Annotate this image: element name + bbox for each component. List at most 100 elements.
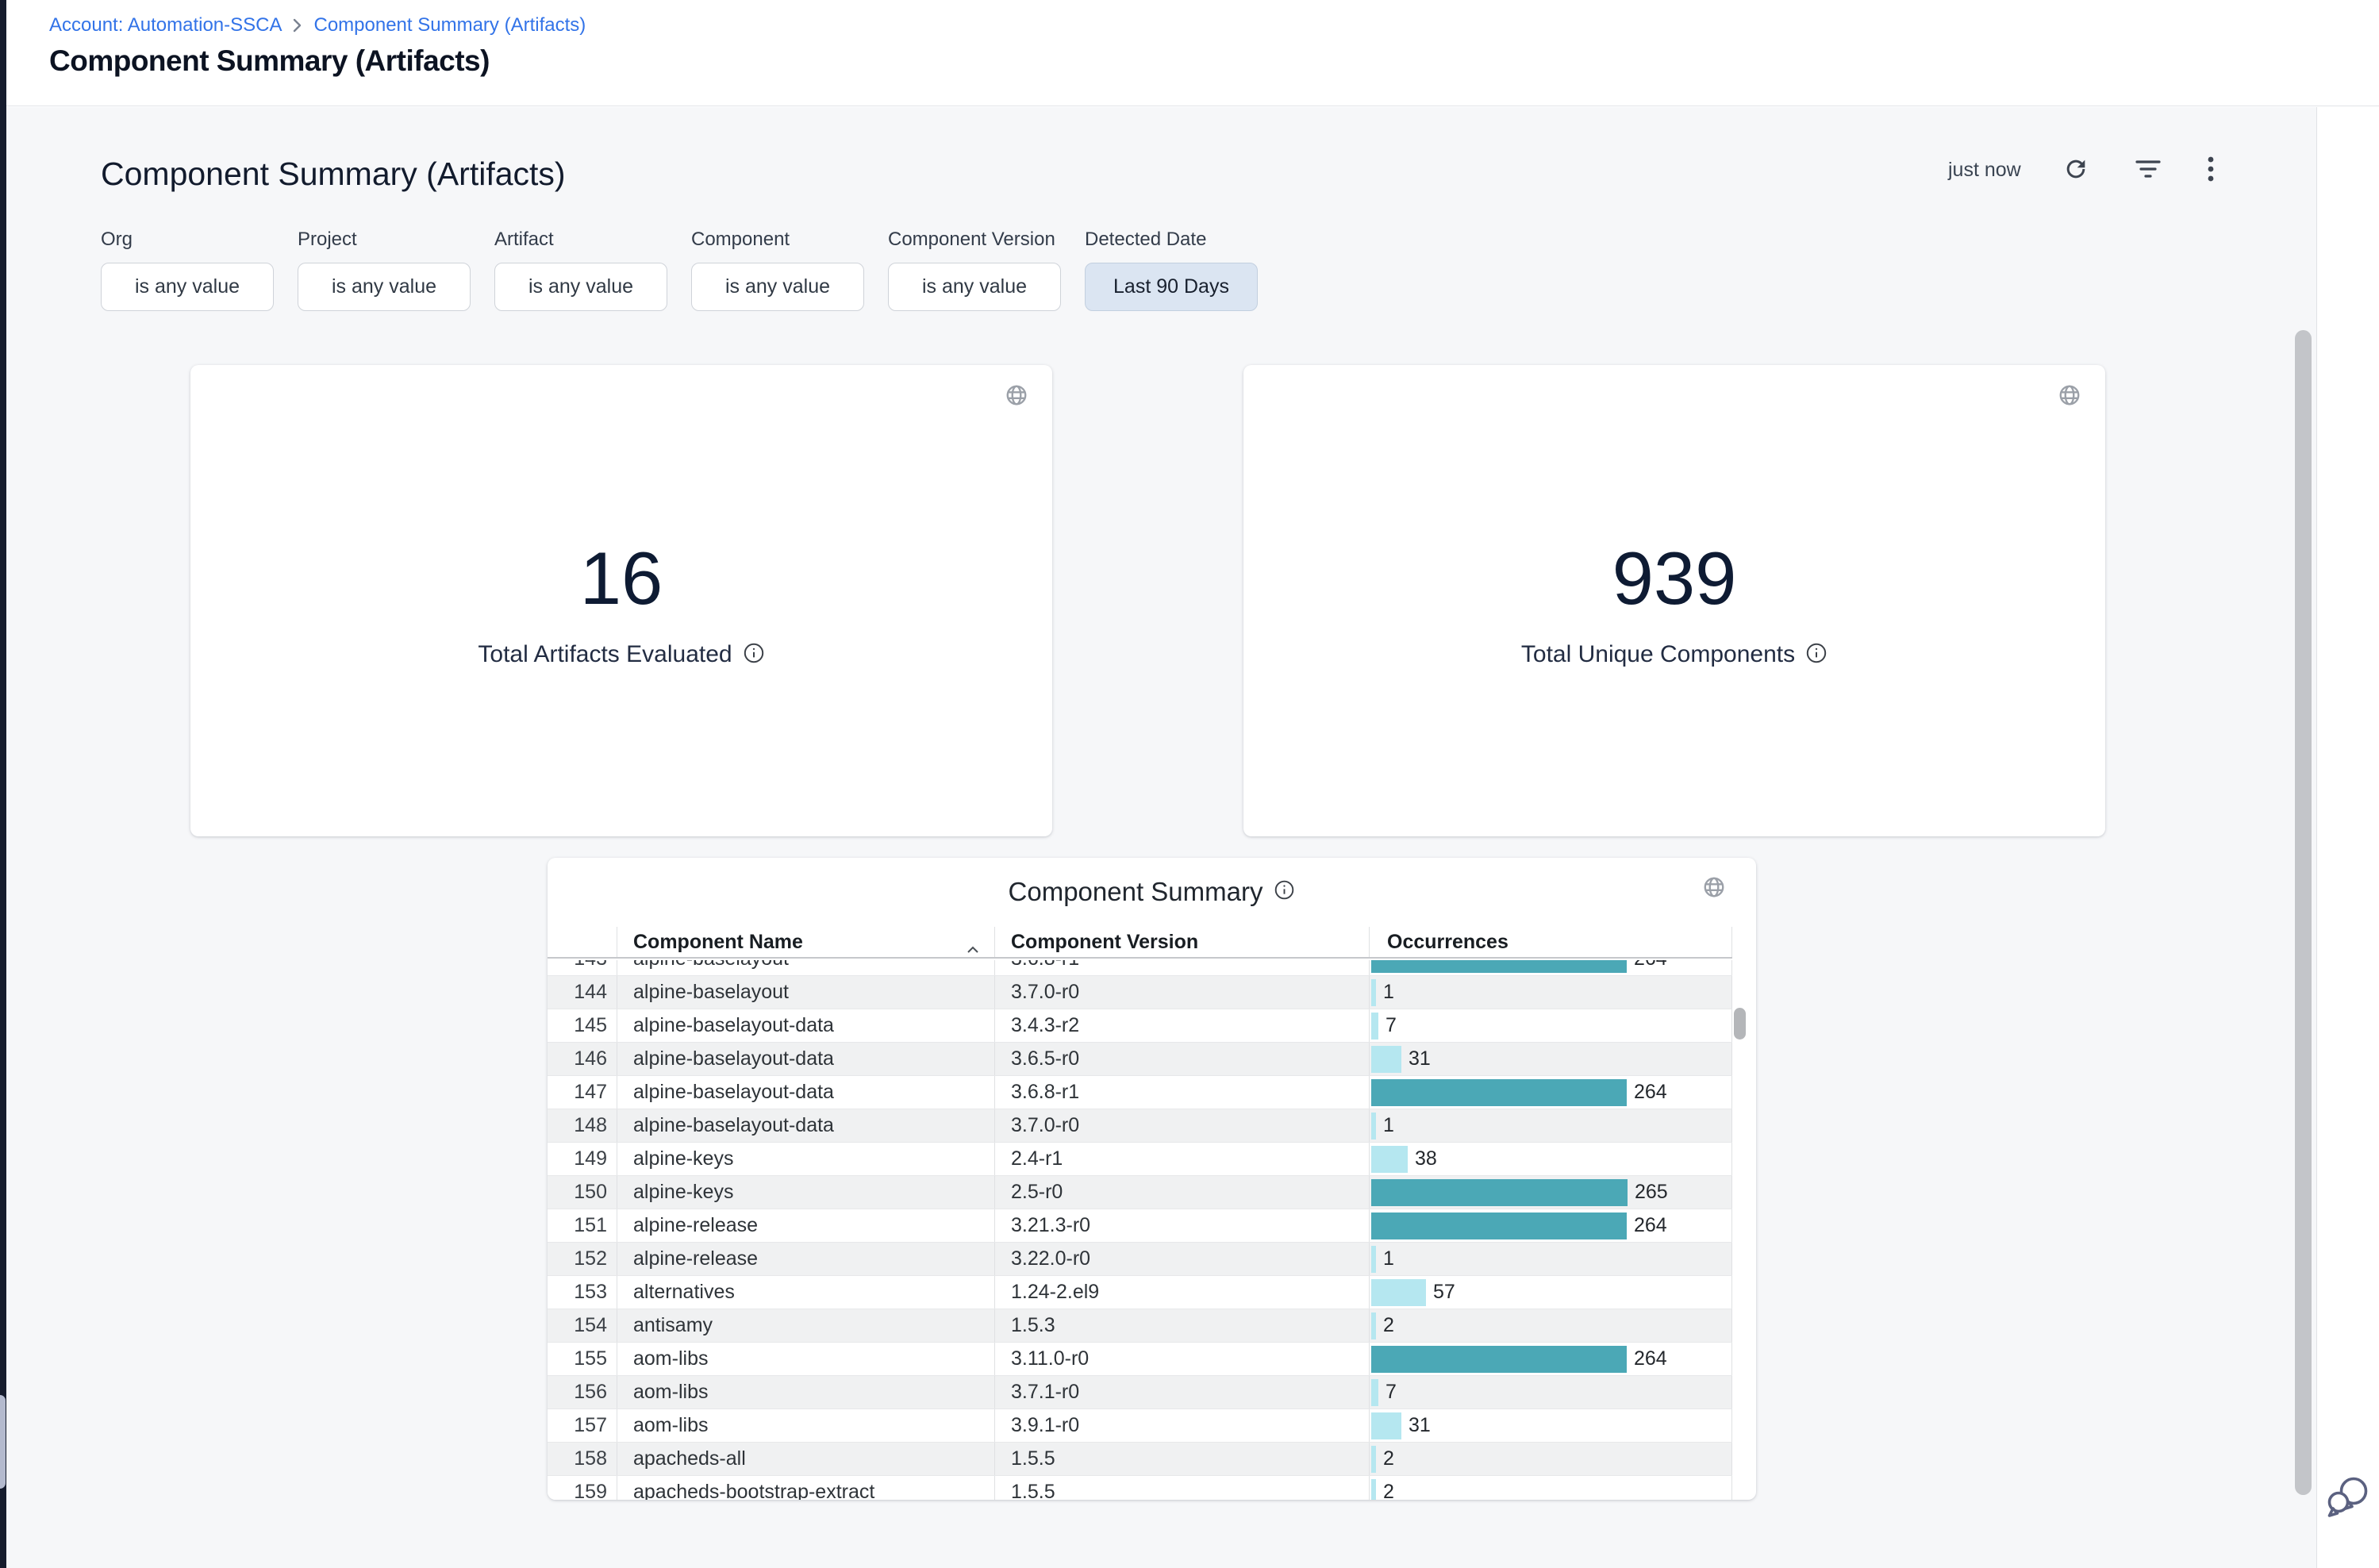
breadcrumb: Account: Automation-SSCA Component Summa… xyxy=(49,14,586,37)
info-icon[interactable] xyxy=(1274,879,1295,905)
breadcrumb-page-link[interactable]: Component Summary (Artifacts) xyxy=(313,14,586,37)
occurrences-cell: 264 xyxy=(1369,1209,1732,1242)
component-version-cell: 3.21.3-r0 xyxy=(994,1209,1369,1242)
component-version-cell: 3.22.0-r0 xyxy=(994,1243,1369,1275)
row-index-cell: 144 xyxy=(548,976,617,1009)
column-header-component-name[interactable]: Component Name xyxy=(617,927,994,957)
filter-artifact-chip[interactable]: is any value xyxy=(494,263,667,311)
occurrence-value: 31 xyxy=(1409,1414,1431,1437)
column-header-occurrences[interactable]: Occurrences xyxy=(1369,927,1732,957)
filter-button[interactable] xyxy=(2131,156,2166,185)
occurrence-bar xyxy=(1371,979,1376,1006)
chevron-up-icon xyxy=(966,937,980,960)
info-icon[interactable] xyxy=(743,642,765,668)
occurrences-cell: 264 xyxy=(1369,960,1732,975)
occurrence-value: 2 xyxy=(1383,1481,1394,1500)
metric-value: 16 xyxy=(190,541,1052,616)
component-name-cell: apacheds-all xyxy=(617,1443,994,1475)
occurrence-value: 1 xyxy=(1383,1114,1394,1137)
metric-value: 939 xyxy=(1243,541,2105,616)
refresh-button[interactable] xyxy=(2059,152,2093,188)
filter-component-chip[interactable]: is any value xyxy=(691,263,864,311)
breadcrumb-account-link[interactable]: Account: Automation-SSCA xyxy=(49,14,282,37)
occurrence-value: 2 xyxy=(1383,1447,1394,1470)
occurrence-bar xyxy=(1371,1246,1376,1273)
component-version-cell: 3.4.3-r2 xyxy=(994,1009,1369,1042)
row-index-cell: 143 xyxy=(548,960,617,975)
info-icon[interactable] xyxy=(1805,642,1827,668)
component-name-cell: alpine-baselayout-data xyxy=(617,1043,994,1075)
table-row[interactable]: 155aom-libs3.11.0-r0264 xyxy=(548,1343,1732,1376)
table-row[interactable]: 154antisamy1.5.32 xyxy=(548,1309,1732,1343)
component-name-cell: alpine-release xyxy=(617,1209,994,1242)
occurrences-cell: 7 xyxy=(1369,1376,1732,1409)
table-row[interactable]: 157aom-libs3.9.1-r031 xyxy=(548,1409,1732,1443)
page-scrollbar-thumb[interactable] xyxy=(2295,330,2312,1495)
nav-scrollbar-thumb[interactable] xyxy=(0,1395,6,1489)
occurrence-bar xyxy=(1371,1113,1376,1139)
filter-detected-date-chip[interactable]: Last 90 Days xyxy=(1085,263,1258,311)
filter-group-artifact: Artifact is any value xyxy=(494,229,667,311)
component-version-cell: 2.5-r0 xyxy=(994,1176,1369,1209)
occurrence-bar xyxy=(1371,1379,1378,1406)
occurrence-bar xyxy=(1371,960,1627,973)
occurrences-cell: 2 xyxy=(1369,1443,1732,1475)
column-header-component-version[interactable]: Component Version xyxy=(994,927,1369,957)
occurrence-bar xyxy=(1371,1179,1628,1206)
more-menu-button[interactable] xyxy=(2204,152,2218,188)
support-chat-button[interactable] xyxy=(2323,1473,2374,1528)
row-index-cell: 150 xyxy=(548,1176,617,1209)
table-row[interactable]: 150alpine-keys2.5-r0265 xyxy=(548,1176,1732,1209)
occurrence-bar xyxy=(1371,1146,1408,1173)
globe-icon xyxy=(1005,383,1028,411)
filter-label: Component Version xyxy=(888,229,1061,251)
filter-org-chip[interactable]: is any value xyxy=(101,263,274,311)
table-title: Component Summary xyxy=(1009,877,1263,907)
filter-group-component: Component is any value xyxy=(691,229,864,311)
occurrence-bar xyxy=(1371,1279,1426,1306)
occurrences-cell: 31 xyxy=(1369,1043,1732,1075)
table-row[interactable]: 151alpine-release3.21.3-r0264 xyxy=(548,1209,1732,1243)
filter-project-chip[interactable]: is any value xyxy=(298,263,471,311)
filter-bar: Org is any value Project is any value Ar… xyxy=(101,229,1258,311)
table-row[interactable]: 153alternatives1.24-2.el957 xyxy=(548,1276,1732,1309)
table-row[interactable]: 149alpine-keys2.4-r138 xyxy=(548,1143,1732,1176)
table-row[interactable]: 143alpine-baselayout3.6.8-r1264 xyxy=(548,960,1732,976)
table-row[interactable]: 147alpine-baselayout-data3.6.8-r1264 xyxy=(548,1076,1732,1109)
table-row[interactable]: 146alpine-baselayout-data3.6.5-r031 xyxy=(548,1043,1732,1076)
occurrence-value: 265 xyxy=(1635,1181,1668,1204)
row-index-cell: 147 xyxy=(548,1076,617,1109)
filter-group-org: Org is any value xyxy=(101,229,274,311)
row-index-cell: 145 xyxy=(548,1009,617,1042)
occurrences-cell: 265 xyxy=(1369,1176,1732,1209)
table-row[interactable]: 158apacheds-all1.5.52 xyxy=(548,1443,1732,1476)
table-row[interactable]: 144alpine-baselayout3.7.0-r01 xyxy=(548,976,1732,1009)
row-index-cell: 155 xyxy=(548,1343,617,1375)
table-row[interactable]: 156aom-libs3.7.1-r07 xyxy=(548,1376,1732,1409)
chevron-right-icon xyxy=(291,17,304,34)
occurrence-bar xyxy=(1371,1046,1401,1073)
component-name-cell: aom-libs xyxy=(617,1376,994,1409)
occurrence-value: 1 xyxy=(1383,981,1394,1004)
filter-label: Org xyxy=(101,229,274,251)
table-row[interactable]: 159apacheds-bootstrap-extract1.5.52 xyxy=(548,1476,1732,1500)
component-version-cell: 3.7.0-r0 xyxy=(994,1109,1369,1142)
row-index-cell: 152 xyxy=(548,1243,617,1275)
row-index-cell: 153 xyxy=(548,1276,617,1309)
table-scrollbar-thumb[interactable] xyxy=(1734,1008,1746,1040)
component-version-cell: 1.24-2.el9 xyxy=(994,1276,1369,1309)
component-name-cell: alpine-baselayout-data xyxy=(617,1076,994,1109)
refresh-icon xyxy=(2062,156,2089,185)
table-row[interactable]: 145alpine-baselayout-data3.4.3-r27 xyxy=(548,1009,1732,1043)
table-row[interactable]: 148alpine-baselayout-data3.7.0-r01 xyxy=(548,1109,1732,1143)
occurrences-cell: 264 xyxy=(1369,1076,1732,1109)
row-index-cell: 149 xyxy=(548,1143,617,1175)
component-name-cell: alpine-baselayout-data xyxy=(617,1109,994,1142)
filter-component-version-chip[interactable]: is any value xyxy=(888,263,1061,311)
occurrences-cell: 1 xyxy=(1369,1243,1732,1275)
component-version-cell: 3.6.5-r0 xyxy=(994,1043,1369,1075)
occurrence-value: 7 xyxy=(1386,1014,1397,1037)
table-row[interactable]: 152alpine-release3.22.0-r01 xyxy=(548,1243,1732,1276)
occurrence-bar xyxy=(1371,1213,1627,1239)
occurrences-cell: 7 xyxy=(1369,1009,1732,1042)
